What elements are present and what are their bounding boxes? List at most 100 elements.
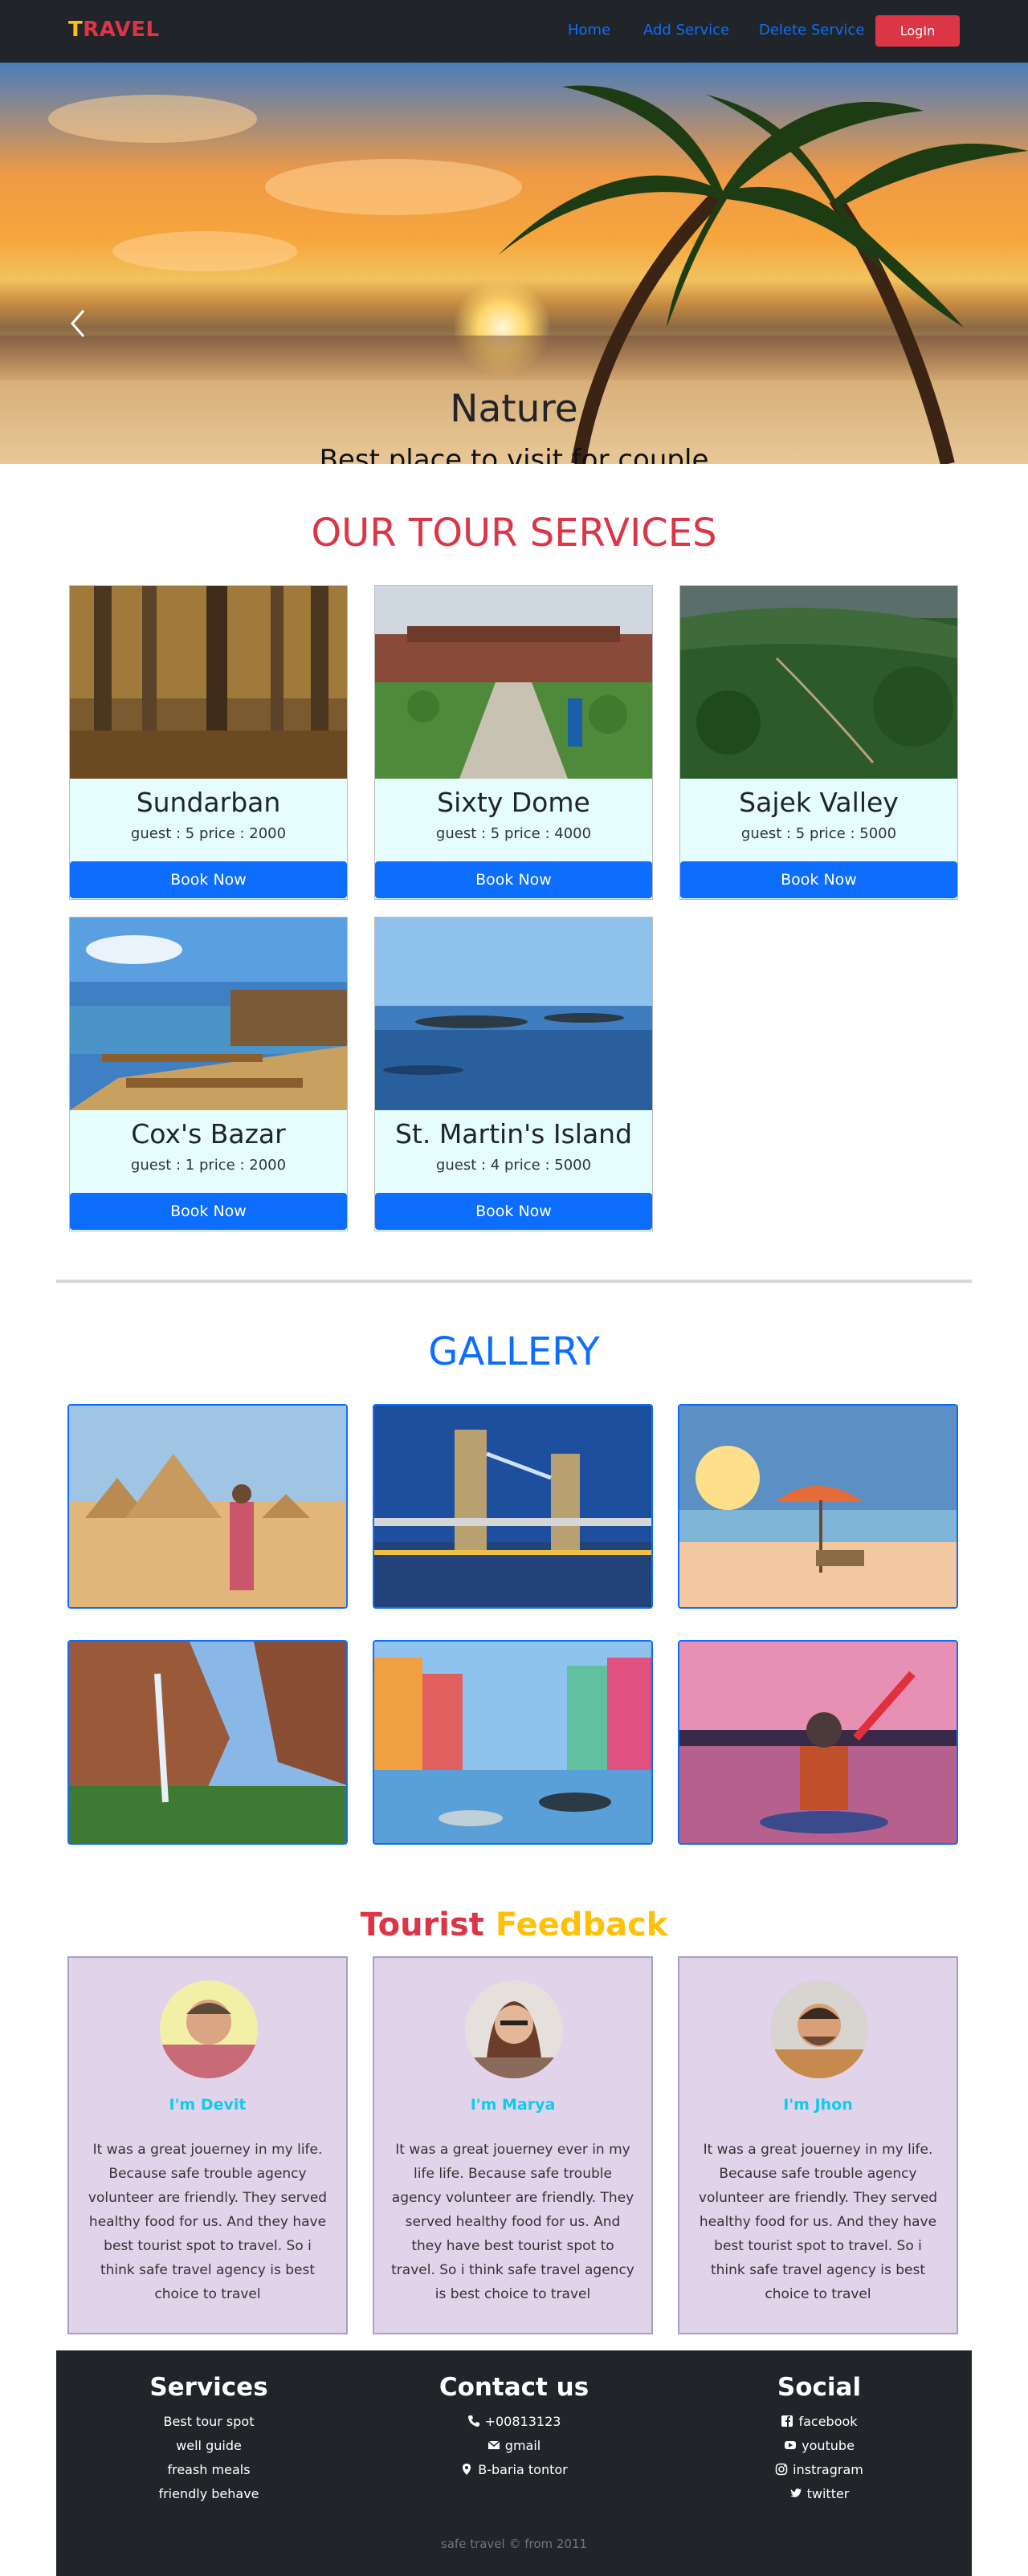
service-photo-coxs-bazar <box>70 918 347 1110</box>
hero-carousel: Nature Best place to visit for couple <box>0 63 1028 464</box>
canal-houses-photo <box>374 1642 651 1843</box>
forest-photo <box>70 586 347 779</box>
person-avatar-icon <box>160 1980 258 2078</box>
social-twitter-text: twitter <box>806 2486 850 2501</box>
book-now-button[interactable]: Book Now <box>375 1193 652 1230</box>
service-photo-st-martins-island <box>375 918 652 1110</box>
kayak-photo <box>679 1642 957 1843</box>
service-name: Sixty Dome <box>437 787 590 818</box>
feedback-card: I'm Devit It was a great jouerney in my … <box>67 1956 348 2334</box>
hero-subtitle: Best place to visit for couple <box>319 444 709 464</box>
nav-home-link[interactable]: Home <box>568 22 610 39</box>
footer-service-item: freash meals <box>167 2462 251 2477</box>
instagram-icon <box>775 2463 788 2476</box>
brand-rest: RAVEL <box>83 18 160 42</box>
canyon-photo <box>69 1642 346 1843</box>
footer-services-title: Services <box>149 2373 268 2402</box>
footer-social-column: Social facebook youtube instragram twitt… <box>667 2373 972 2506</box>
nav-add-service-link[interactable]: Add Service <box>643 22 729 39</box>
social-facebook-link[interactable]: facebook <box>667 2410 972 2434</box>
service-meta: guest : 5 price : 4000 <box>435 825 592 842</box>
avatar <box>160 1980 258 2078</box>
contact-email-text: gmail <box>504 2438 541 2453</box>
login-button[interactable]: LogIn <box>875 15 960 47</box>
gallery-title: GALLERY <box>428 1329 600 1374</box>
beach-photo <box>70 918 347 1110</box>
service-card: Cox's Bazar guest : 1 price : 2000 Book … <box>69 917 348 1231</box>
service-name: St. Martin's Island <box>394 1118 633 1150</box>
service-card: Sajek Valley guest : 5 price : 5000 Book… <box>679 585 958 900</box>
section-divider <box>56 1280 972 1283</box>
book-now-button[interactable]: Book Now <box>375 861 652 898</box>
footer-services-column: Services Best tour spot well guide freas… <box>56 2373 361 2506</box>
valley-photo <box>680 586 957 779</box>
person-avatar-icon <box>770 1980 868 2078</box>
feedback-title-part1: Tourist <box>360 1907 484 1943</box>
social-youtube-link[interactable]: youtube <box>667 2434 972 2458</box>
contact-phone-text: +00813123 <box>484 2414 561 2429</box>
service-name: Sundarban <box>136 787 281 818</box>
beach-umbrella-photo <box>679 1406 957 1607</box>
social-twitter-link[interactable]: twitter <box>667 2482 972 2506</box>
avatar <box>770 1980 868 2078</box>
chevron-left-icon[interactable] <box>66 307 90 340</box>
service-photo-sundarban <box>70 586 347 779</box>
pyramids-photo <box>69 1406 346 1607</box>
hero-title: Nature <box>450 387 578 431</box>
social-instagram-text: instragram <box>793 2462 863 2477</box>
social-instagram-link[interactable]: instragram <box>667 2458 972 2482</box>
feedback-title-part2: Feedback <box>495 1907 668 1943</box>
brand-logo[interactable]: TRAVEL <box>68 18 160 42</box>
navbar: TRAVEL Home Add Service Delete Service L… <box>0 0 1028 63</box>
review-text: It was a great jouerney ever in my life … <box>391 2142 634 2302</box>
feedback-card: I'm Jhon It was a great jouerney in my l… <box>678 1956 958 2334</box>
tower-bridge-photo <box>374 1406 651 1607</box>
gallery-image-kayak[interactable] <box>678 1640 958 1845</box>
book-now-button[interactable]: Book Now <box>680 861 957 898</box>
gallery-image-pyramids[interactable] <box>67 1404 348 1609</box>
service-meta: guest : 4 price : 5000 <box>435 1157 592 1174</box>
reviewer-name: I'm Devit <box>169 2096 247 2114</box>
nav-delete-service-link[interactable]: Delete Service <box>759 22 864 39</box>
avatar <box>465 1980 563 2078</box>
book-now-button[interactable]: Book Now <box>70 861 347 898</box>
footer-service-item: well guide <box>176 2438 242 2453</box>
footer-contact-email[interactable]: gmail <box>361 2434 667 2458</box>
footer-contact-column: Contact us +00813123 gmail B-baria tonto… <box>361 2373 667 2482</box>
gallery-image-tower-bridge[interactable] <box>373 1404 653 1609</box>
reviewer-name: I'm Marya <box>470 2096 556 2114</box>
footer-contact-address: B-baria tontor <box>361 2458 667 2482</box>
envelope-icon <box>487 2440 500 2449</box>
mosque-photo <box>375 586 652 779</box>
service-name: Cox's Bazar <box>131 1118 286 1150</box>
review-text: It was a great jouerney in my life. Beca… <box>698 2142 938 2302</box>
footer-contact-phone[interactable]: +00813123 <box>361 2410 667 2434</box>
service-name: Sajek Valley <box>739 787 899 818</box>
service-card: Sundarban guest : 5 price : 2000 Book No… <box>69 585 348 900</box>
service-photo-sajek-valley <box>680 586 957 779</box>
service-photo-sixty-dome <box>375 586 652 779</box>
service-meta: guest : 5 price : 5000 <box>740 825 897 842</box>
gallery-image-canal-houses[interactable] <box>373 1640 653 1845</box>
service-meta: guest : 1 price : 2000 <box>130 1157 287 1174</box>
service-card: St. Martin's Island guest : 4 price : 50… <box>374 917 653 1231</box>
reviewer-name: I'm Jhon <box>783 2096 853 2114</box>
twitter-icon <box>789 2489 802 2497</box>
gallery-image-canyon[interactable] <box>67 1640 348 1845</box>
youtube-icon <box>785 2441 797 2449</box>
gallery-image-beach-umbrella[interactable] <box>678 1404 958 1609</box>
map-marker-icon <box>463 2464 471 2475</box>
feedback-card: I'm Marya It was a great jouerney ever i… <box>373 1956 653 2334</box>
person-avatar-icon <box>465 1980 563 2078</box>
service-meta: guest : 5 price : 2000 <box>130 825 287 842</box>
footer-contact-title: Contact us <box>439 2373 589 2402</box>
services-title: OUR TOUR SERVICES <box>311 511 717 555</box>
facebook-icon <box>781 2415 793 2427</box>
service-card: Sixty Dome guest : 5 price : 4000 Book N… <box>374 585 653 900</box>
social-youtube-text: youtube <box>802 2438 855 2453</box>
social-facebook-text: facebook <box>798 2414 858 2429</box>
phone-icon <box>467 2415 479 2427</box>
island-photo <box>375 918 652 1110</box>
review-text: It was a great jouerney in my life. Beca… <box>88 2142 328 2302</box>
book-now-button[interactable]: Book Now <box>70 1193 347 1230</box>
